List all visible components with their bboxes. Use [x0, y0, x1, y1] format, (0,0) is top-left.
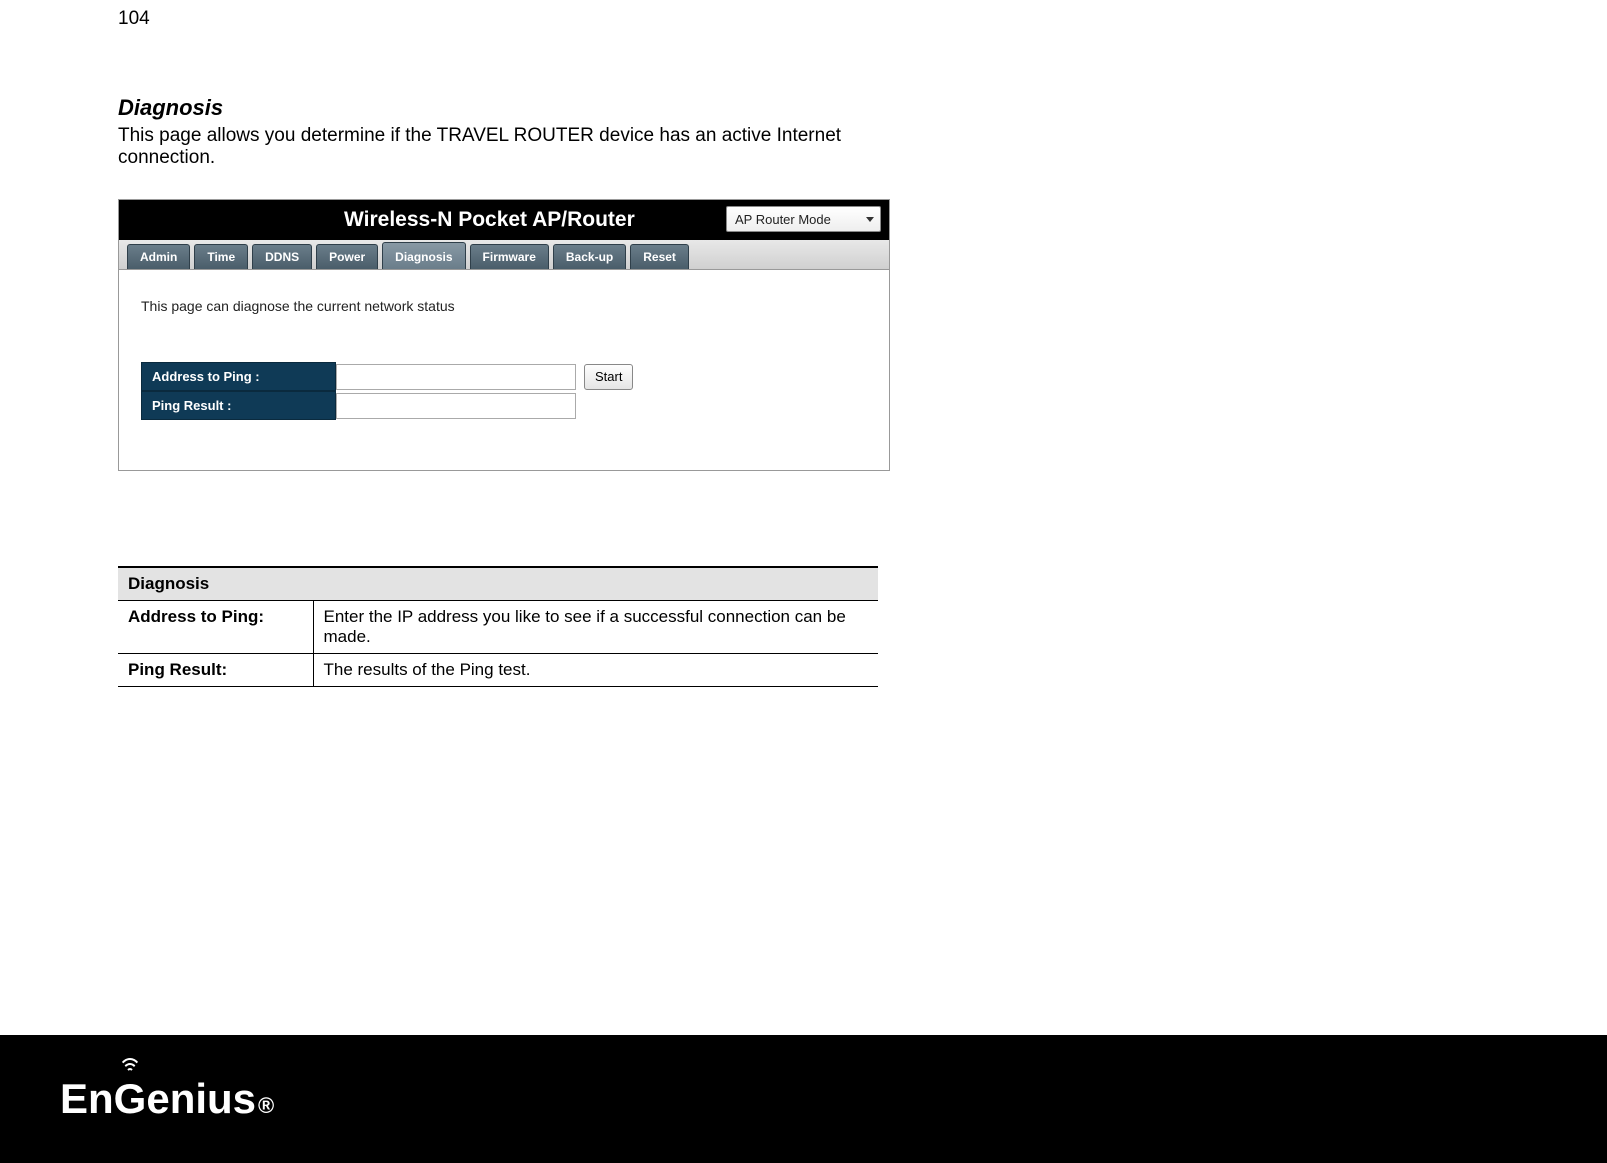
- def-table-header: Diagnosis: [118, 567, 878, 601]
- start-button[interactable]: Start: [584, 364, 633, 390]
- panel-body: This page can diagnose the current netwo…: [119, 270, 889, 470]
- address-input[interactable]: [336, 364, 576, 390]
- result-row: Ping Result :: [141, 391, 867, 420]
- chevron-down-icon: [866, 217, 874, 222]
- tab-time[interactable]: Time: [194, 244, 248, 269]
- tab-power[interactable]: Power: [316, 244, 378, 269]
- address-label: Address to Ping :: [141, 362, 336, 391]
- footer-bar: EnG enius®: [0, 1035, 1607, 1163]
- page-number: 104: [118, 8, 150, 30]
- tab-firmware[interactable]: Firmware: [470, 244, 549, 269]
- mode-select[interactable]: AP Router Mode: [726, 206, 881, 232]
- section-title: Diagnosis: [118, 95, 898, 121]
- brand-logo: EnG enius®: [60, 1075, 274, 1123]
- def-key: Ping Result:: [118, 654, 313, 687]
- tab-ddns[interactable]: DDNS: [252, 244, 312, 269]
- tabs-row: Admin Time DDNS Power Diagnosis Firmware…: [119, 240, 889, 270]
- panel-note: This page can diagnose the current netwo…: [141, 298, 867, 314]
- tab-reset[interactable]: Reset: [630, 244, 689, 269]
- def-value: The results of the Ping test.: [313, 654, 878, 687]
- result-label: Ping Result :: [141, 391, 336, 420]
- definition-table: Diagnosis Address to Ping: Enter the IP …: [118, 566, 878, 687]
- table-row: Address to Ping: Enter the IP address yo…: [118, 601, 878, 654]
- registered-mark: ®: [258, 1093, 274, 1119]
- result-output: [336, 393, 576, 419]
- tab-diagnosis[interactable]: Diagnosis: [382, 242, 465, 269]
- main-content: Diagnosis This page allows you determine…: [118, 95, 898, 687]
- tab-admin[interactable]: Admin: [127, 244, 190, 269]
- router-title: Wireless-N Pocket AP/Router: [344, 208, 635, 232]
- wifi-icon: [115, 1053, 145, 1073]
- table-row: Ping Result: The results of the Ping tes…: [118, 654, 878, 687]
- tab-backup[interactable]: Back-up: [553, 244, 626, 269]
- router-screenshot-panel: Wireless-N Pocket AP/Router AP Router Mo…: [118, 199, 890, 471]
- address-row: Address to Ping : Start: [141, 362, 867, 391]
- section-description: This page allows you determine if the TR…: [118, 125, 898, 169]
- mode-select-value: AP Router Mode: [735, 212, 831, 227]
- def-value: Enter the IP address you like to see if …: [313, 601, 878, 654]
- router-header: Wireless-N Pocket AP/Router AP Router Mo…: [119, 200, 889, 240]
- def-key: Address to Ping:: [118, 601, 313, 654]
